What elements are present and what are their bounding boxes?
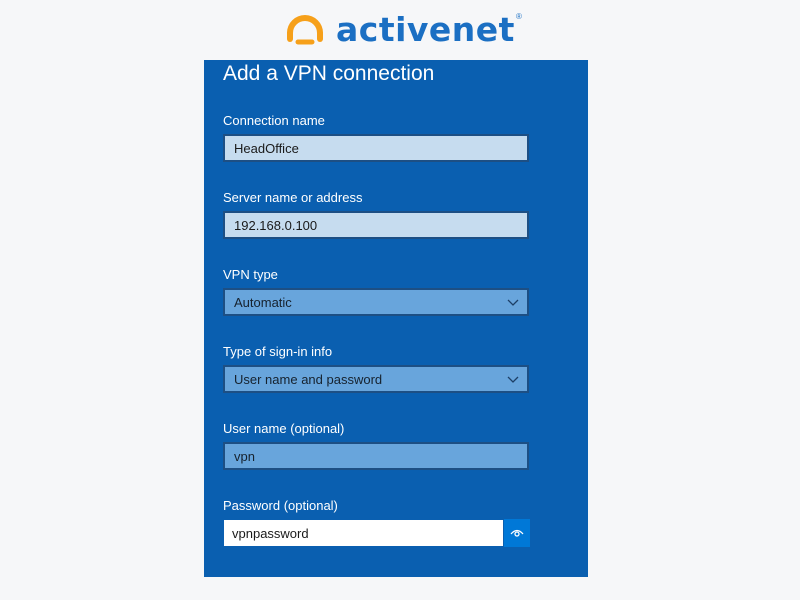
vpn-type-value: Automatic bbox=[234, 294, 292, 310]
server-value: 192.168.0.100 bbox=[234, 217, 318, 233]
chevron-down-icon bbox=[507, 376, 519, 383]
vpn-type-select[interactable]: Automatic bbox=[223, 288, 529, 316]
username-value: vpn bbox=[234, 448, 255, 464]
server-input[interactable]: 192.168.0.100 bbox=[223, 211, 529, 239]
eye-icon bbox=[510, 529, 524, 537]
vpn-connection-panel: Add a VPN connection Connection name Hea… bbox=[204, 60, 588, 577]
registered-mark: ® bbox=[515, 12, 522, 21]
username-label: User name (optional) bbox=[223, 421, 345, 436]
chevron-down-icon bbox=[507, 299, 519, 306]
username-input[interactable]: vpn bbox=[223, 442, 529, 470]
connection-name-value: HeadOffice bbox=[234, 140, 299, 156]
password-input[interactable]: vpnpassword bbox=[223, 519, 504, 547]
reveal-password-button[interactable] bbox=[504, 519, 530, 547]
panel-title: Add a VPN connection bbox=[223, 62, 435, 85]
signin-type-label: Type of sign-in info bbox=[223, 344, 333, 359]
vpn-type-label: VPN type bbox=[223, 267, 278, 282]
password-label: Password (optional) bbox=[223, 498, 338, 513]
brand-logo: activenet ® bbox=[284, 6, 524, 52]
activenet-logo-icon bbox=[287, 15, 323, 45]
password-value: vpnpassword bbox=[232, 525, 309, 541]
connection-name-input[interactable]: HeadOffice bbox=[223, 134, 529, 162]
signin-type-select[interactable]: User name and password bbox=[223, 365, 529, 393]
brand-name: activenet bbox=[336, 9, 515, 49]
signin-type-value: User name and password bbox=[234, 371, 383, 387]
server-label: Server name or address bbox=[223, 190, 363, 205]
connection-name-label: Connection name bbox=[223, 113, 325, 128]
